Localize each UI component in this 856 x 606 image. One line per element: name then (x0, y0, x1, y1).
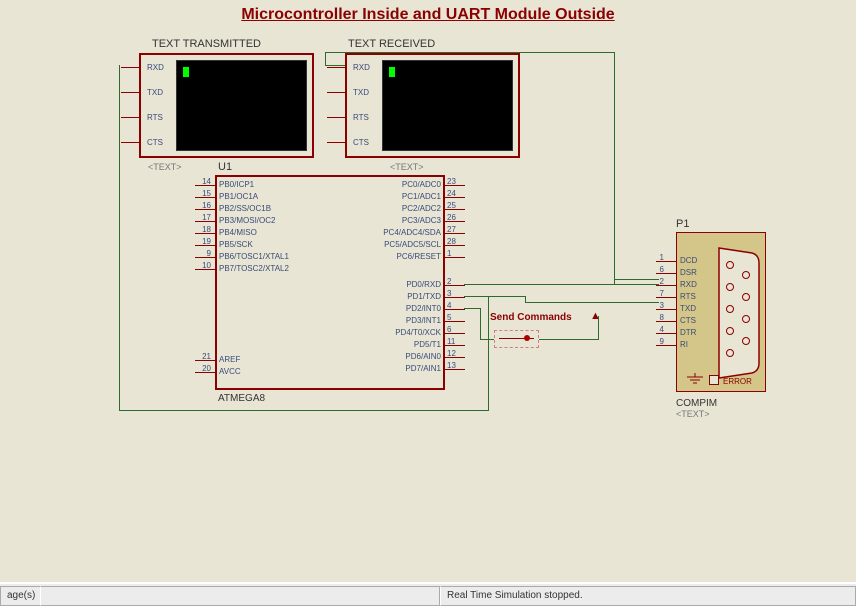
chip-pin: PC4/ADC4/SDA (383, 228, 441, 237)
chip-pin: AREF (219, 355, 240, 364)
compim-pin: DSR (680, 268, 697, 277)
chip-pin: PB4/MISO (219, 228, 257, 237)
tx-pin-rts: RTS (147, 113, 163, 122)
chip-pin: PD1/TXD (407, 292, 441, 301)
chip-pin: PD5/T1 (414, 340, 441, 349)
compim-pin: CTS (680, 316, 696, 325)
chip-pin: PB1/OC1A (219, 192, 258, 201)
chip-pin: PB7/TOSC2/XTAL2 (219, 264, 289, 273)
chip-pin: AVCC (219, 367, 241, 376)
tx-pin-cts: CTS (147, 138, 163, 147)
chip-pin: PD0/RXD (406, 280, 441, 289)
send-commands-label: Send Commands (490, 312, 572, 323)
rx-pin-rxd: RXD (353, 63, 370, 72)
chip-pin: PD4/T0/XCK (395, 328, 441, 337)
chip-pin: PC1/ADC1 (402, 192, 441, 201)
chip-pin: PC6/RESET (397, 252, 441, 261)
rx-pin-cts: CTS (353, 138, 369, 147)
compim-pin: DCD (680, 256, 697, 265)
rx-terminal: RXD TXD RTS CTS (345, 53, 520, 158)
chip-pin: PB0/ICP1 (219, 180, 254, 189)
compim-pin: TXD (680, 304, 696, 313)
tx-pin-txd: TXD (147, 88, 163, 97)
chip-pin: PB5/SCK (219, 240, 253, 249)
status-left: age(s) (0, 586, 40, 606)
rx-placeholder: <TEXT> (390, 162, 424, 172)
chip-pin: PD6/AIN0 (405, 352, 441, 361)
compim-ref: P1 (676, 218, 689, 230)
status-mid (40, 586, 440, 606)
chip-pin: PB6/TOSC1/XTAL1 (219, 252, 289, 261)
chip-pin: PD3/INT1 (406, 316, 441, 325)
tx-pin-rxd: RXD (147, 63, 164, 72)
chip-pin: PD7/AIN1 (405, 364, 441, 373)
compim-placeholder: <TEXT> (676, 409, 710, 419)
tx-terminal: RXD TXD RTS CTS (139, 53, 314, 158)
status-message: Real Time Simulation stopped. (440, 586, 856, 606)
compim-pin: RI (680, 340, 688, 349)
send-commands-button[interactable] (494, 330, 539, 348)
tx-terminal-label: TEXT TRANSMITTED (152, 38, 261, 50)
compim-pin: DTR (680, 328, 696, 337)
schematic-title: Microcontroller Inside and UART Module O… (241, 6, 614, 24)
rx-pin-rts: RTS (353, 113, 369, 122)
schematic-canvas[interactable]: Microcontroller Inside and UART Module O… (0, 0, 856, 582)
chip-pin: PB3/MOSI/OC2 (219, 216, 275, 225)
error-led (709, 375, 719, 385)
chip-pin: PC2/ADC2 (402, 204, 441, 213)
compim-name: COMPIM (676, 398, 717, 409)
chip-ref: U1 (218, 161, 232, 173)
chip-pin: PC5/ADC5/SCL (384, 240, 441, 249)
rx-terminal-label: TEXT RECEIVED (348, 38, 435, 50)
tx-terminal-screen (176, 60, 307, 151)
tx-placeholder: <TEXT> (148, 162, 182, 172)
chip-pin: PD2/INT0 (406, 304, 441, 313)
error-label: ERROR (723, 377, 752, 386)
compim-pin: RXD (680, 280, 697, 289)
rx-pin-txd: TXD (353, 88, 369, 97)
chip-pin: PB2/SS/OC1B (219, 204, 271, 213)
compim-pin: RTS (680, 292, 696, 301)
chip-pin: PC0/ADC0 (402, 180, 441, 189)
chip-name: ATMEGA8 (218, 393, 265, 404)
chip-pin: PC3/ADC3 (402, 216, 441, 225)
arrow-icon: ▲ (590, 310, 601, 322)
status-bar: age(s) Real Time Simulation stopped. (0, 582, 856, 606)
rx-terminal-screen (382, 60, 513, 151)
